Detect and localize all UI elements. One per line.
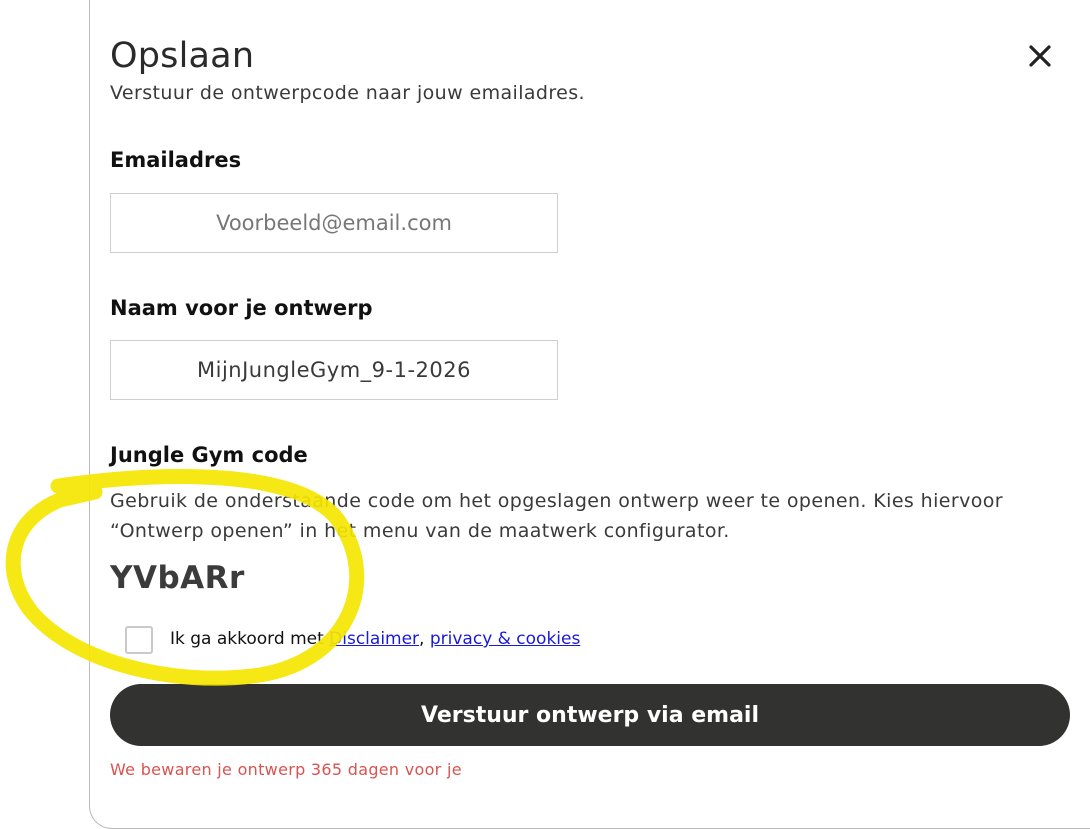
jungle-gym-code-label: Jungle Gym code [110, 443, 308, 467]
email-field[interactable] [110, 193, 558, 253]
close-button[interactable] [1022, 38, 1058, 74]
consent-separator: , [419, 629, 430, 649]
consent-checkbox[interactable] [125, 626, 153, 654]
design-name-label: Naam voor je ontwerp [110, 296, 373, 320]
disclaimer-link[interactable]: Disclaimer [329, 629, 419, 649]
consent-text: Ik ga akkoord met Disclaimer, privacy & … [170, 629, 580, 649]
consent-prefix: Ik ga akkoord met [170, 629, 330, 649]
privacy-cookies-link[interactable]: privacy & cookies [430, 629, 581, 649]
dialog-subtitle: Verstuur de ontwerpcode naar jouw emaila… [110, 82, 586, 104]
code-instructions: Gebruik de onderstaande code om het opge… [110, 490, 1003, 542]
email-label: Emailadres [110, 148, 242, 172]
send-design-email-button[interactable]: Verstuur ontwerp via email [110, 684, 1070, 746]
retention-note: We bewaren je ontwerp 365 dagen voor je [110, 760, 462, 779]
design-code: YVbARr [110, 560, 245, 596]
close-icon [1029, 45, 1051, 67]
dialog-title: Opslaan [110, 36, 255, 76]
design-name-field[interactable] [110, 340, 558, 400]
